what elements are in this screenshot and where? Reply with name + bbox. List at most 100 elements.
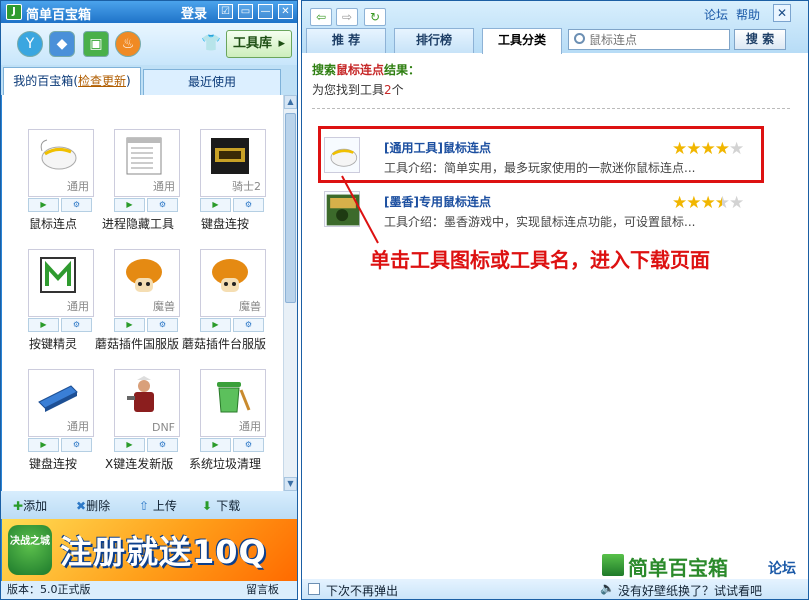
package-icon[interactable]: ▣ xyxy=(83,31,109,57)
mushroom-icon xyxy=(126,259,162,292)
settings-icon[interactable]: ⚙ xyxy=(61,198,92,212)
search-input[interactable] xyxy=(568,29,730,50)
tool-icon-box[interactable]: 骑士2 xyxy=(200,129,266,197)
left-toolbar: Y ◆ ▣ ♨ 👕 工具库 ▸ xyxy=(1,23,297,65)
tool-buttons: ▶ ⚙ xyxy=(114,197,180,213)
tool-icon-box[interactable]: DNF xyxy=(114,369,180,437)
tool-icon-box[interactable]: 通用 xyxy=(28,129,94,197)
delete-button[interactable]: ✖删除 xyxy=(76,497,110,514)
run-icon[interactable]: ▶ xyxy=(200,318,231,332)
tool-icon-box[interactable]: 魔兽 xyxy=(200,249,266,317)
download-button[interactable]: ⬇ 下载 xyxy=(202,497,240,514)
highlight-box xyxy=(318,126,764,183)
star-half-icon: ★ xyxy=(714,193,730,213)
run-icon[interactable]: ▶ xyxy=(28,438,59,452)
run-icon[interactable]: ▶ xyxy=(114,198,145,212)
tool-card[interactable]: 骑士2 ▶ ⚙ 键盘连按 xyxy=(184,129,266,241)
leaf-icon[interactable]: Y xyxy=(17,31,43,57)
ad-banner[interactable]: 决战之城 注册就送10Q币 xyxy=(2,519,297,581)
settings-icon[interactable]: ⚙ xyxy=(147,318,178,332)
shirt-icon[interactable]: 👕 xyxy=(201,33,221,52)
tool-name[interactable]: 蘑菇插件台服版 xyxy=(182,335,282,352)
upload-button[interactable]: ⇧ 上传 xyxy=(139,497,177,514)
delete-icon: ✖ xyxy=(76,499,87,513)
tool-card[interactable]: 魔兽 ▶ ⚙ 蘑菇插件台服版 xyxy=(182,249,266,361)
help-link[interactable]: 帮助 xyxy=(736,6,760,23)
tool-grid: 通用 ▶ ⚙ 鼠标连点 通用 ▶ ⚙ 进程隐藏工具 骑士2 ▶ ⚙ 键盘连按 通… xyxy=(2,95,297,491)
no-popup-checkbox[interactable] xyxy=(308,583,320,595)
tool-card[interactable]: 通用 ▶ ⚙ 系统垃圾清理 xyxy=(184,369,266,481)
add-button[interactable]: ✚添加 xyxy=(13,497,47,514)
tool-buttons: ▶ ⚙ xyxy=(200,437,266,453)
dnf-character-icon xyxy=(127,376,154,412)
run-icon[interactable]: ▶ xyxy=(200,198,231,212)
result-item-icon[interactable] xyxy=(324,191,360,227)
forum-link[interactable]: 论坛 xyxy=(704,6,728,23)
tool-icon-box[interactable]: 通用 xyxy=(114,129,180,197)
tool-icon-box[interactable]: 魔兽 xyxy=(114,249,180,317)
run-icon[interactable]: ▶ xyxy=(114,438,145,452)
gift-icon[interactable]: ♨ xyxy=(115,31,141,57)
tab-recent[interactable]: 最近使用 xyxy=(143,69,281,95)
settings-icon[interactable]: ⚙ xyxy=(233,198,264,212)
tool-card[interactable]: 通用 ▶ ⚙ 按键精灵 xyxy=(12,249,94,361)
game-scene-icon xyxy=(326,194,360,226)
star-icon: ★ xyxy=(686,193,701,213)
checkbox-toggle-icon[interactable]: ☑ xyxy=(218,4,233,19)
result-suffix: 结果： xyxy=(384,63,421,77)
left-title-bar: J 简单百宝箱 登录 ☑ ▭ — ✕ xyxy=(1,1,297,23)
settings-icon[interactable]: ⚙ xyxy=(61,438,92,452)
settings-icon[interactable]: ⚙ xyxy=(61,318,92,332)
tab-categories[interactable]: 工具分类 xyxy=(482,28,562,54)
scroll-down-icon[interactable]: ▼ xyxy=(284,477,297,491)
run-icon[interactable]: ▶ xyxy=(28,318,59,332)
minimize-icon[interactable]: — xyxy=(258,4,273,19)
mushroom-icon xyxy=(212,259,248,292)
close-icon[interactable]: ✕ xyxy=(278,4,293,19)
vertical-scrollbar[interactable]: ▲ ▼ xyxy=(283,95,297,491)
tab-ranking[interactable]: 排行榜 xyxy=(394,28,474,53)
wallpaper-link[interactable]: 没有好壁纸换了？试试看吧 xyxy=(618,582,762,599)
speaker-icon[interactable]: 🔈 xyxy=(600,581,615,595)
restore-window-icon[interactable]: ▭ xyxy=(238,4,253,19)
scroll-up-icon[interactable]: ▲ xyxy=(284,95,297,109)
tool-name[interactable]: 系统垃圾清理 xyxy=(189,455,289,472)
check-update-link[interactable]: 检查更新 xyxy=(78,74,126,88)
settings-icon[interactable]: ⚙ xyxy=(233,318,264,332)
login-button[interactable]: 登录 xyxy=(181,3,213,22)
shield-icon[interactable]: ◆ xyxy=(49,31,75,57)
left-actions-bar: ✚添加 ✖删除 ⇧ 上传 ⬇ 下载 xyxy=(1,491,297,519)
tab-recommend[interactable]: 推 荐 xyxy=(306,28,386,53)
scroll-thumb[interactable] xyxy=(285,113,296,303)
run-icon[interactable]: ▶ xyxy=(28,198,59,212)
settings-icon[interactable]: ⚙ xyxy=(147,438,178,452)
settings-icon[interactable]: ⚙ xyxy=(147,198,178,212)
tool-icon-box[interactable]: 通用 xyxy=(28,369,94,437)
tool-card[interactable]: 通用 ▶ ⚙ 进程隐藏工具 xyxy=(98,129,180,241)
tool-card[interactable]: 通用 ▶ ⚙ 鼠标连点 xyxy=(12,129,94,241)
tool-name[interactable]: 蘑菇插件国服版 xyxy=(95,335,195,352)
refresh-icon[interactable]: ↻ xyxy=(364,8,386,26)
tool-buttons: ▶ ⚙ xyxy=(114,437,180,453)
search-button[interactable]: 搜 索 xyxy=(734,29,786,50)
tool-icon-box[interactable]: 通用 xyxy=(200,369,266,437)
trash-bin-icon xyxy=(217,382,251,413)
result-item-title[interactable]: [墨香]专用鼠标连点 xyxy=(384,193,491,210)
tool-icon-box[interactable]: 通用 xyxy=(28,249,94,317)
keyboard-icon xyxy=(38,385,78,412)
run-icon[interactable]: ▶ xyxy=(114,318,145,332)
back-arrow-icon[interactable]: ⇦ xyxy=(310,8,332,26)
run-icon[interactable]: ▶ xyxy=(200,438,231,452)
forward-arrow-icon[interactable]: ⇨ xyxy=(336,8,358,26)
toolbox-button[interactable]: 工具库 ▸ xyxy=(226,30,292,58)
result-count-number: 2 xyxy=(384,83,392,97)
tab-mybox[interactable]: 我的百宝箱(检查更新) xyxy=(3,67,141,95)
watermark-logo-icon xyxy=(600,552,626,578)
tool-card[interactable]: 通用 ▶ ⚙ 键盘连按 xyxy=(12,369,94,481)
app-logo-icon: J xyxy=(6,4,22,20)
close-icon[interactable]: ✕ xyxy=(773,4,791,22)
tool-card[interactable]: 魔兽 ▶ ⚙ 蘑菇插件国服版 xyxy=(95,249,180,361)
tool-card[interactable]: DNF ▶ ⚙ X键连发新版 xyxy=(98,369,180,481)
guestbook-link[interactable]: 留言板 xyxy=(246,581,279,599)
settings-icon[interactable]: ⚙ xyxy=(233,438,264,452)
